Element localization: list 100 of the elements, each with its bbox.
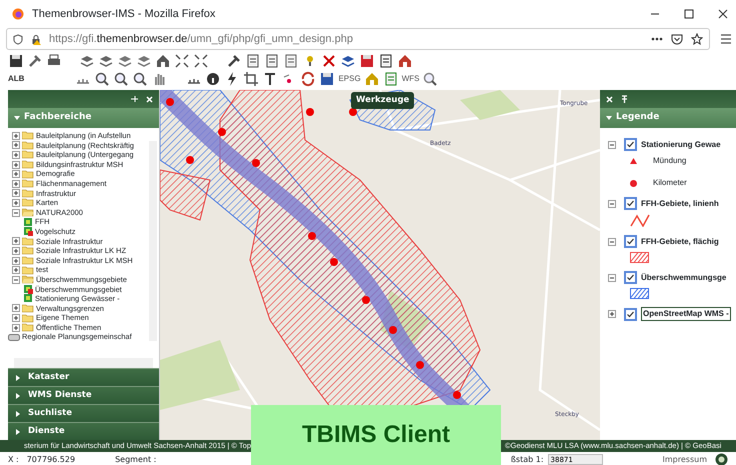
expand-icon[interactable] [12,237,20,246]
caret-icon [16,410,20,416]
open-folder-icon [22,208,34,218]
expand-icon[interactable] [12,304,20,312]
legend-title[interactable]: Überschwemmungsge [641,272,726,284]
save-icon[interactable] [359,53,375,69]
expand-icon[interactable] [12,170,20,178]
document-icon[interactable] [378,53,394,69]
expand-icon[interactable] [12,150,20,159]
folder-icon [22,150,34,160]
layer-icon[interactable] [98,53,114,69]
star-icon[interactable] [691,33,703,45]
accordion-header[interactable]: WMS Dienste [8,386,159,404]
save-icon[interactable] [319,71,336,87]
expand-icon[interactable] [12,160,20,169]
shield-icon[interactable] [13,34,23,44]
expand-icon[interactable] [12,198,20,207]
delete-icon[interactable] [321,53,337,69]
checkbox[interactable] [624,235,637,248]
folder-icon [22,304,34,313]
accordion-header[interactable]: Dienste [8,422,159,440]
close-icon[interactable] [718,9,728,19]
checkbox[interactable] [624,197,637,210]
zoom-icon[interactable] [132,71,148,87]
caret-icon[interactable] [606,115,612,121]
checkbox[interactable] [624,271,637,284]
coordinate-value: 707796.529 [26,454,76,465]
pocket-icon[interactable] [671,34,683,44]
checkbox[interactable] [624,138,637,151]
shrink-icon[interactable] [174,53,190,69]
folder-icon [22,131,34,140]
folder-icon [22,198,34,208]
caret-icon [16,392,20,398]
zoom-out-icon[interactable] [113,71,130,87]
folder-icon [22,160,34,170]
segment-label: Segment : [115,454,156,465]
layer-icon[interactable] [340,53,356,69]
caret-icon[interactable] [14,115,20,121]
expand-icon[interactable] [12,246,20,255]
open-folder-icon [22,275,34,284]
lock-icon[interactable] [31,34,41,44]
collapse-icon[interactable] [12,208,20,217]
more-icon[interactable] [651,37,663,41]
crop-icon[interactable] [243,71,260,87]
folder-icon [22,140,34,150]
expand-icon[interactable] [608,310,616,318]
collapse-icon[interactable] [608,274,616,282]
folder-icon [22,266,34,275]
tool-label[interactable]: EPSG [338,73,361,85]
hammer-icon[interactable] [226,53,242,69]
info-icon[interactable] [205,71,222,87]
window-title: Themenbrowser-IMS - Mozilla Firefox [32,6,216,22]
checkbox[interactable] [624,308,637,320]
home-icon[interactable] [397,53,413,69]
folder-icon [22,256,34,266]
expand-icon[interactable] [12,141,20,150]
legend-label: Mündung [653,155,686,167]
legend-title[interactable]: OpenStreetMap WMS - [641,307,731,321]
menu-icon[interactable] [720,34,732,44]
expand-icon[interactable] [12,180,20,188]
document-icon[interactable] [283,53,299,69]
folder-icon [22,236,34,246]
tool-label[interactable]: WFS [402,73,420,85]
expand-icon[interactable] [12,189,20,198]
expand-icon[interactable] [12,324,20,332]
expand-icon[interactable] [12,132,20,140]
folder-icon [22,246,34,256]
maximize-icon[interactable] [684,9,694,19]
expand-icon[interactable] [12,266,20,274]
document-icon[interactable] [245,53,261,69]
banner-label: TBIMS Client [251,405,501,465]
layer-icon[interactable] [79,53,95,69]
legend-title[interactable]: FFH-Gebiete, linienh [641,198,719,210]
collapse-icon[interactable] [608,140,616,148]
collapse-icon[interactable] [12,276,20,284]
zoom-in-icon[interactable] [94,71,110,87]
search-icon[interactable] [422,71,438,87]
collapse-icon[interactable] [608,200,616,208]
scrollbar[interactable] [14,358,153,368]
expand-icon[interactable] [12,314,20,322]
refresh-icon[interactable] [300,71,316,87]
layer-icon[interactable] [117,53,133,69]
layer-icon[interactable] [136,53,152,69]
scale-label: ßstab 1: [510,454,544,465]
expand-icon[interactable] [12,256,20,265]
save-icon[interactable] [8,53,24,69]
accordion-header[interactable]: Suchliste [8,404,159,422]
folder-icon [22,188,34,198]
legend-title[interactable]: Stationierung Gewae [641,138,721,150]
expand-icon[interactable] [193,53,209,69]
coordinate-label: X : [8,454,19,465]
legend-title[interactable]: FFH-Gebiete, flächig [641,236,719,248]
tool-label[interactable]: ALB [8,73,24,85]
impressum-link[interactable]: Impressum [662,454,707,465]
folder-icon [22,323,34,332]
collapse-icon[interactable] [608,238,616,246]
folder-icon [22,179,34,188]
document-icon[interactable] [264,53,280,69]
accordion-header[interactable]: Kataster [8,368,159,386]
browser-logo-icon [12,8,24,20]
